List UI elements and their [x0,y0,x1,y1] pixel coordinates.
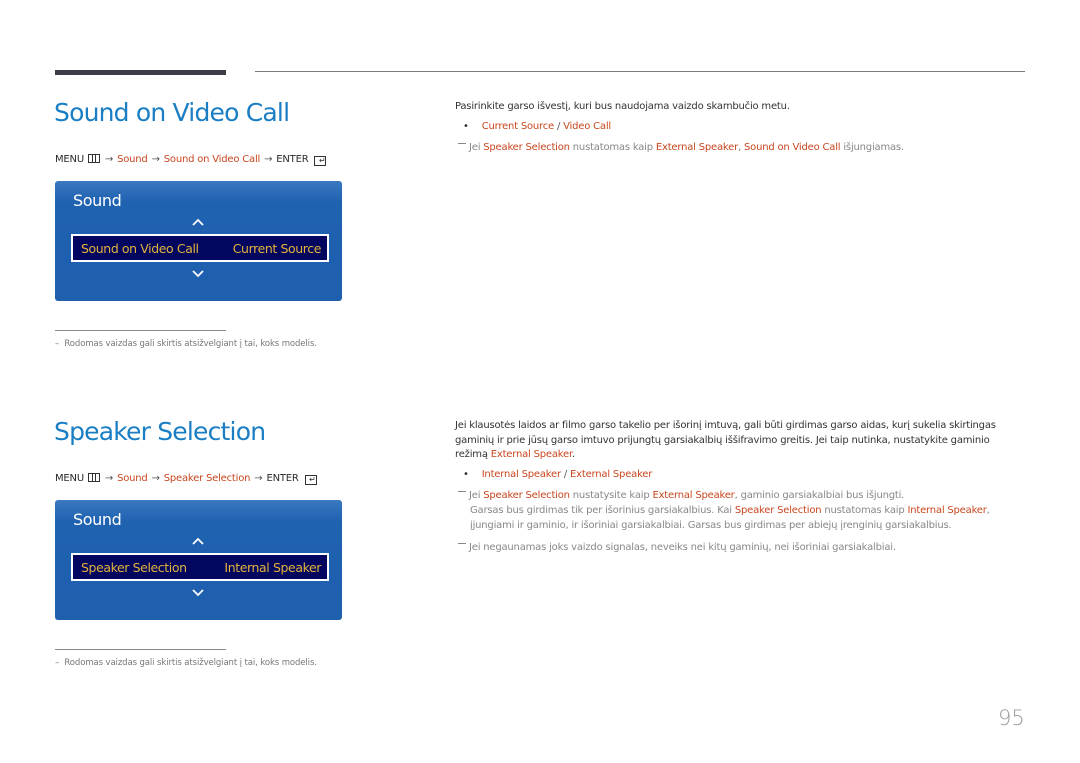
osd-selected-item[interactable]: Sound on Video Call Current Source [71,234,329,262]
note-highlight: External Speaker [652,490,735,501]
description-text: . [571,449,575,460]
footnote-rule [55,649,226,650]
osd-menu-sound: Sound Speaker Selection Internal Speaker [55,500,342,620]
note: Jei Speaker Selection nustatysite kaip E… [458,488,1028,533]
chevron-up-icon[interactable] [192,536,204,546]
footnote-rule [55,330,226,331]
note-highlight: Speaker Selection [734,505,822,516]
option-separator: / [556,121,561,132]
enter-icon: ↵ [314,156,327,166]
description-highlight: External Speaker [490,449,572,460]
menu-icon [87,154,100,163]
option-video-call: Video Call [563,121,611,132]
footnote-text: Rodomas vaizdas gali skirtis atsižvelgia… [64,658,317,668]
header-bar-thick [55,70,226,75]
menu-step-sound-on-video-call[interactable]: Sound on Video Call [164,154,261,165]
arrow-icon: → [151,473,160,484]
chevron-down-icon[interactable] [192,588,204,598]
bullet-icon: • [463,121,469,132]
menu-step-sound[interactable]: Sound [117,473,148,484]
section-title-sound-on-video-call: Sound on Video Call [54,98,290,127]
page-number: 95 [998,706,1025,730]
osd-title: Sound [73,510,122,529]
menu-label: MENU [55,473,84,484]
note-highlight: Internal Speaker [907,505,987,516]
footnote-text: Rodomas vaizdas gali skirtis atsižvelgia… [64,339,317,349]
arrow-icon: → [254,473,263,484]
osd-item-value: Current Source [232,240,322,256]
note-text: Jei [469,142,484,153]
enter-label: ENTER [276,154,309,165]
bullet-icon: • [463,469,469,480]
note-dash-icon [458,143,466,144]
osd-menu-sound: Sound Sound on Video Call Current Source [55,181,342,301]
note-text: nustatomas kaip [569,142,656,153]
section-description: Jei klausotės laidos ar filmo garso take… [455,419,1025,463]
option-internal-speaker: Internal Speaker [481,469,561,480]
note: Jei negaunamas joks vaizdo signalas, nev… [458,540,896,555]
footnote: – Rodomas vaizdas gali skirtis atsižvelg… [55,339,317,349]
note-highlight: Speaker Selection [483,490,570,501]
note-highlight: Speaker Selection [483,142,570,153]
footnote-dash: – [55,339,60,349]
option-separator: / [563,469,568,480]
osd-item-value: Internal Speaker [224,559,321,575]
note-dash-icon [458,491,466,492]
osd-item-label: Speaker Selection [81,559,187,575]
osd-title: Sound [73,191,122,210]
note-text: Jei negaunamas joks vaizdo signalas, nev… [469,542,896,553]
footnote: – Rodomas vaizdas gali skirtis atsižvelg… [55,658,317,668]
option-list-item: • Current Source / Video Call [463,121,611,132]
arrow-icon: → [264,154,273,165]
note-highlight: Sound on Video Call [744,142,841,153]
menu-step-speaker-selection[interactable]: Speaker Selection [164,473,251,484]
option-external-speaker: External Speaker [570,469,653,480]
arrow-icon: → [104,154,114,165]
note: Jei Speaker Selection nustatomas kaip Ex… [458,140,904,155]
note-text: , gaminio garsiakalbiai bus išjungti. [734,490,905,501]
note-text: nustatomas kaip [821,505,908,516]
option-current-source: Current Source [481,121,554,132]
chevron-down-icon[interactable] [192,269,204,279]
note-dash-icon [458,543,466,544]
arrow-icon: → [151,154,160,165]
header-rule [255,71,1025,72]
osd-item-label: Sound on Video Call [81,240,199,256]
osd-selected-item[interactable]: Speaker Selection Internal Speaker [71,553,329,581]
section-title-speaker-selection: Speaker Selection [54,417,266,446]
menu-step-sound[interactable]: Sound [117,154,148,165]
note-text: Jei [469,490,484,501]
menu-label: MENU [55,154,84,165]
note-text: nustatysite kaip [569,490,653,501]
note-highlight: External Speaker [655,142,739,153]
footnote-dash: – [55,658,60,668]
enter-icon: ↵ [304,475,317,485]
menu-icon [87,473,100,482]
note-text: išjungiamas. [840,142,904,153]
menu-path-sound-on-video-call: MENU → Sound → Sound on Video Call → ENT… [55,154,327,166]
chevron-up-icon[interactable] [192,217,204,227]
arrow-icon: → [104,473,114,484]
enter-label: ENTER [266,473,299,484]
menu-path-speaker-selection: MENU → Sound → Speaker Selection → ENTER… [55,473,317,485]
note-text: Garsas bus girdimas tik per išorinius ga… [470,505,735,516]
option-list-item: • Internal Speaker / External Speaker [463,469,652,480]
section-description: Pasirinkite garso išvestį, kuri bus naud… [455,101,790,112]
